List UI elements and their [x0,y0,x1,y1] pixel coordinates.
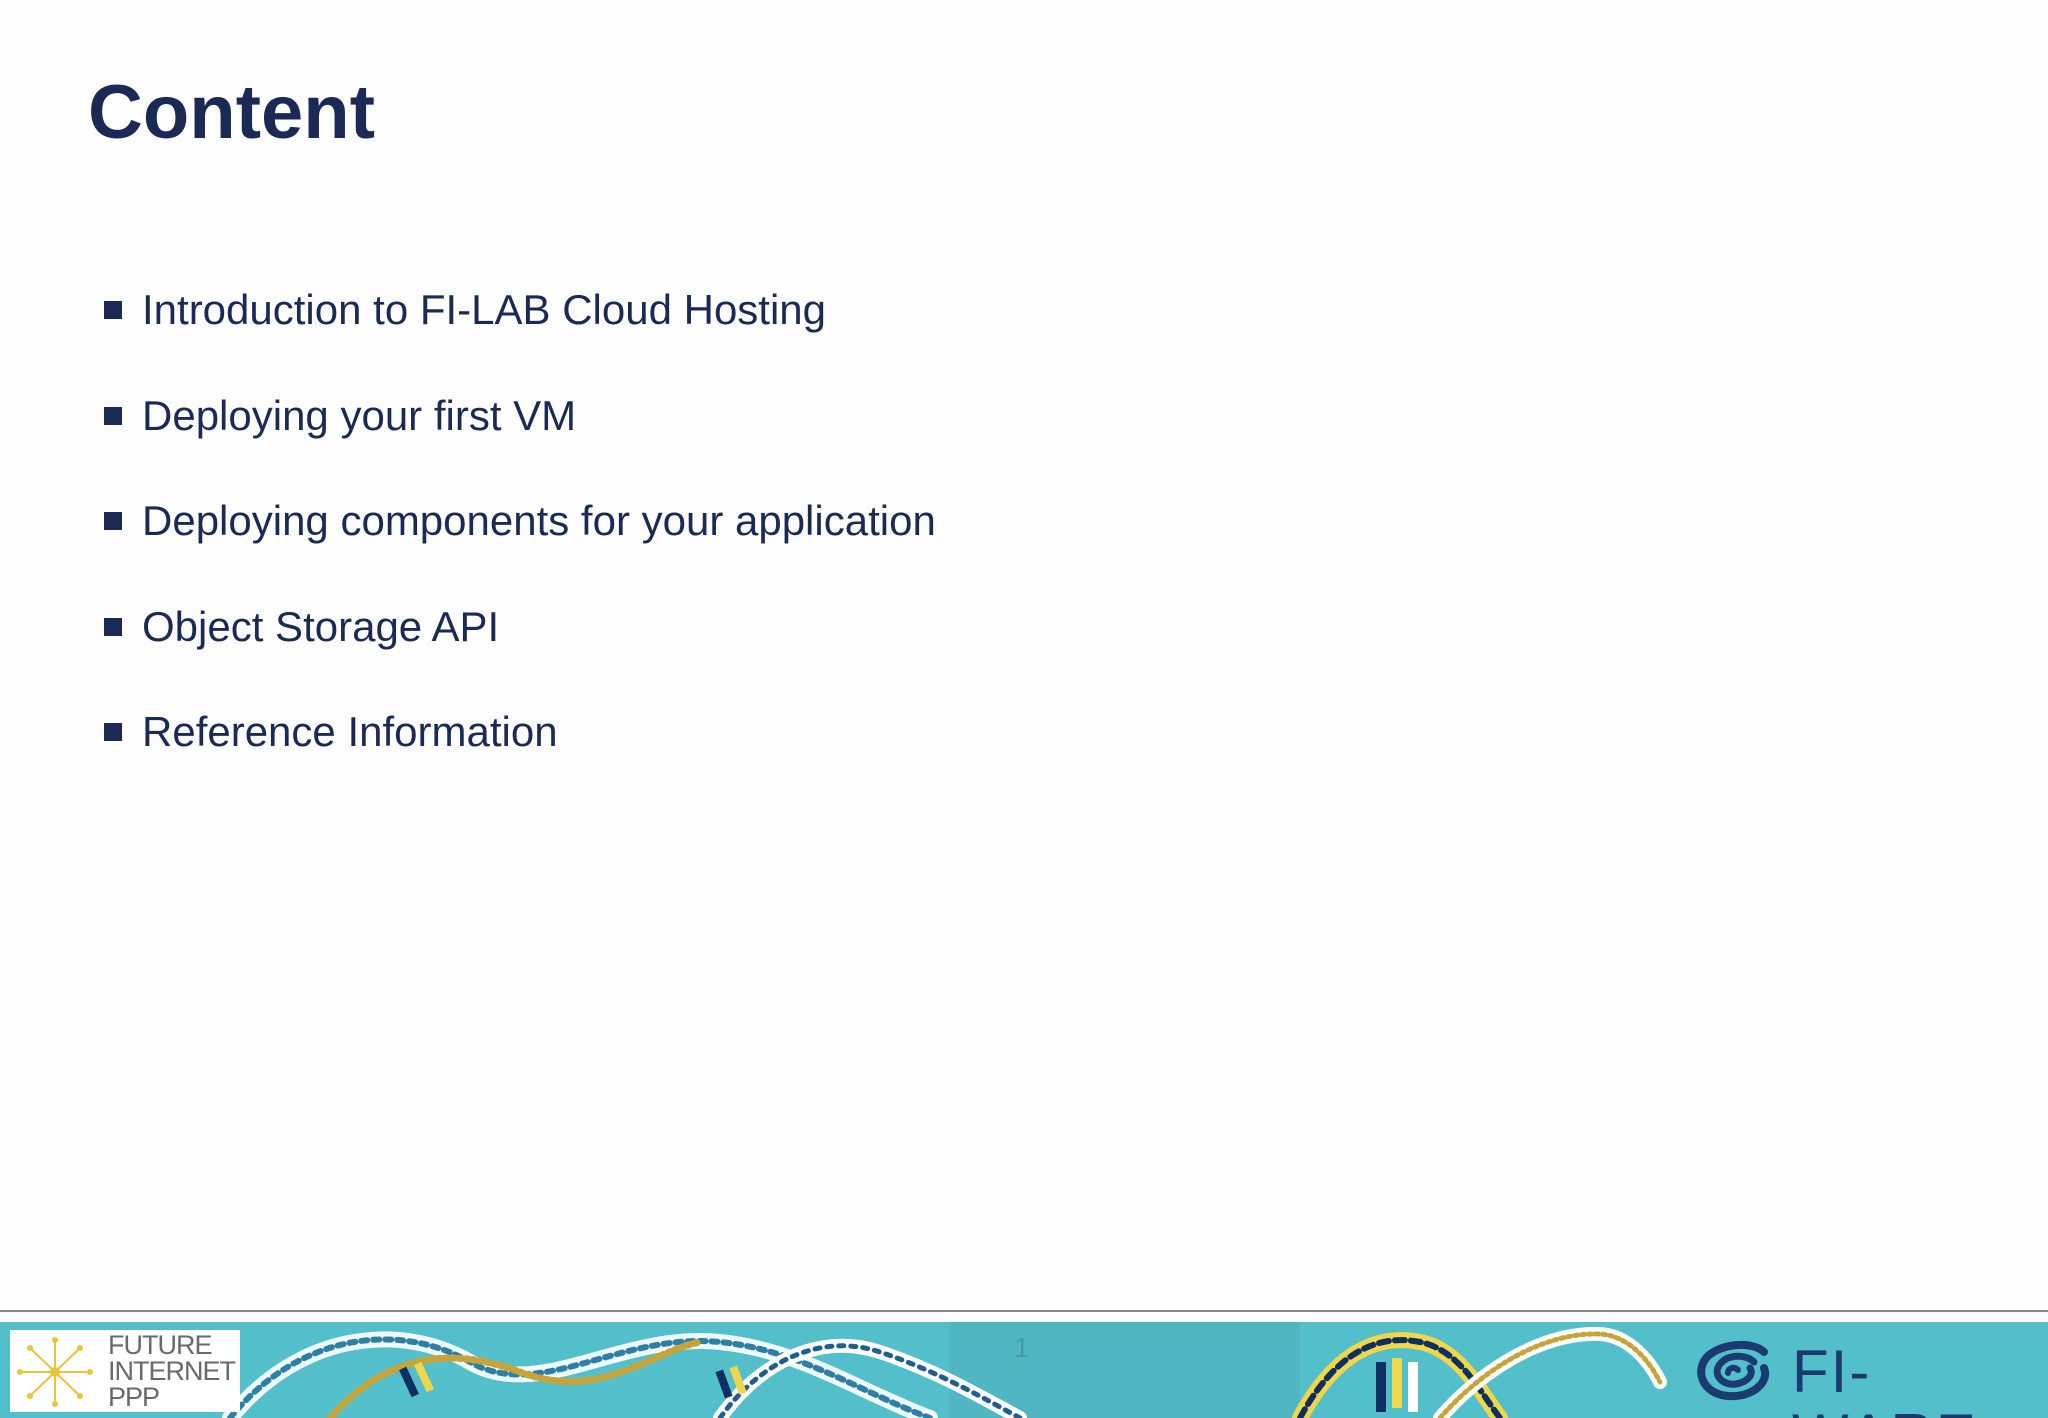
list-item: Object Storage API [104,601,936,707]
square-bullet-icon [104,406,122,425]
footer-band: FUTURE INTERNET PPP 1 FI-WARE [0,1322,2048,1418]
bullet-text: Deploying your first VM [142,391,577,439]
bullet-text: Reference Information [142,708,558,755]
bullet-text: Object Storage API [142,602,500,650]
footer-divider [0,1310,2048,1312]
square-bullet-icon [104,617,122,636]
sunburst-icon [17,1337,93,1407]
future-internet-ppp-text: FUTURE INTERNET PPP [108,1330,236,1412]
list-item: Deploying components for your applicatio… [104,495,936,601]
fiware-logo-text: FI-WARE [1792,1338,1976,1418]
slide-title: Content [88,70,376,155]
list-item: Reference Information [104,706,936,812]
future-internet-ppp-logo: FUTURE INTERNET PPP [10,1330,240,1412]
bullet-text: Deploying components for your applicatio… [142,497,936,544]
square-bullet-icon [104,301,122,319]
square-bullet-icon [104,512,122,530]
list-item: Introduction to FI-LAB Cloud Hosting [104,284,936,390]
bullet-list: Introduction to FI-LAB Cloud Hosting Dep… [104,284,936,812]
square-bullet-icon [104,723,122,741]
bullet-text: Introduction to FI-LAB Cloud Hosting [142,286,827,333]
fiware-swirl-icon [1697,1340,1770,1401]
slide: Content Introduction to FI-LAB Cloud Hos… [0,0,2048,1418]
list-item: Deploying your first VM [104,390,936,496]
fiware-logo: FI-WARE [1680,1330,2028,1418]
page-number: 1 [1014,1332,1030,1363]
